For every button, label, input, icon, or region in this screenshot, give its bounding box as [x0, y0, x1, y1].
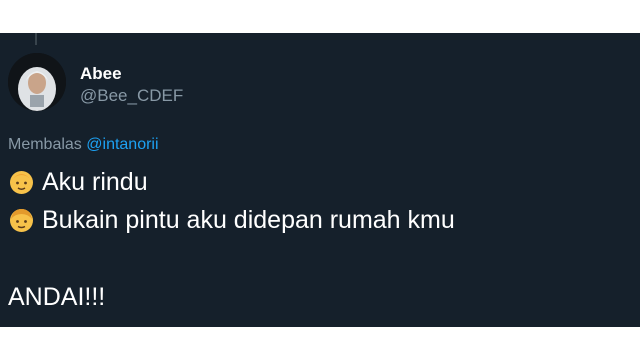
page: Abee @Bee_CDEF Membalas @intanorii Aku r… [0, 0, 640, 360]
reply-mention-link[interactable]: @intanorii [86, 136, 158, 153]
avatar-image [8, 53, 66, 111]
reply-context: Membalas @intanorii [8, 136, 159, 154]
tweet-text-line: Bukain pintu aku didepan rumah kmu [8, 205, 455, 235]
tweet-line-2-text: Bukain pintu aku didepan rumah kmu [42, 206, 455, 234]
tweet-text-line: ANDAI!!! [8, 282, 105, 312]
boy-emoji-icon [8, 206, 35, 233]
thread-connector-line [35, 33, 37, 45]
user-handle: @Bee_CDEF [80, 86, 184, 105]
tweet-line-1-text: Aku rindu [42, 168, 148, 196]
display-name[interactable]: Abee [80, 64, 122, 84]
avatar[interactable] [8, 53, 66, 111]
reply-prefix: Membalas [8, 136, 82, 153]
tweet-text-line: Aku rindu [8, 167, 148, 197]
tweet-line-3-text: ANDAI!!! [8, 283, 106, 311]
baby-emoji-icon [8, 168, 35, 195]
tweet-card: Abee @Bee_CDEF Membalas @intanorii Aku r… [0, 33, 640, 327]
